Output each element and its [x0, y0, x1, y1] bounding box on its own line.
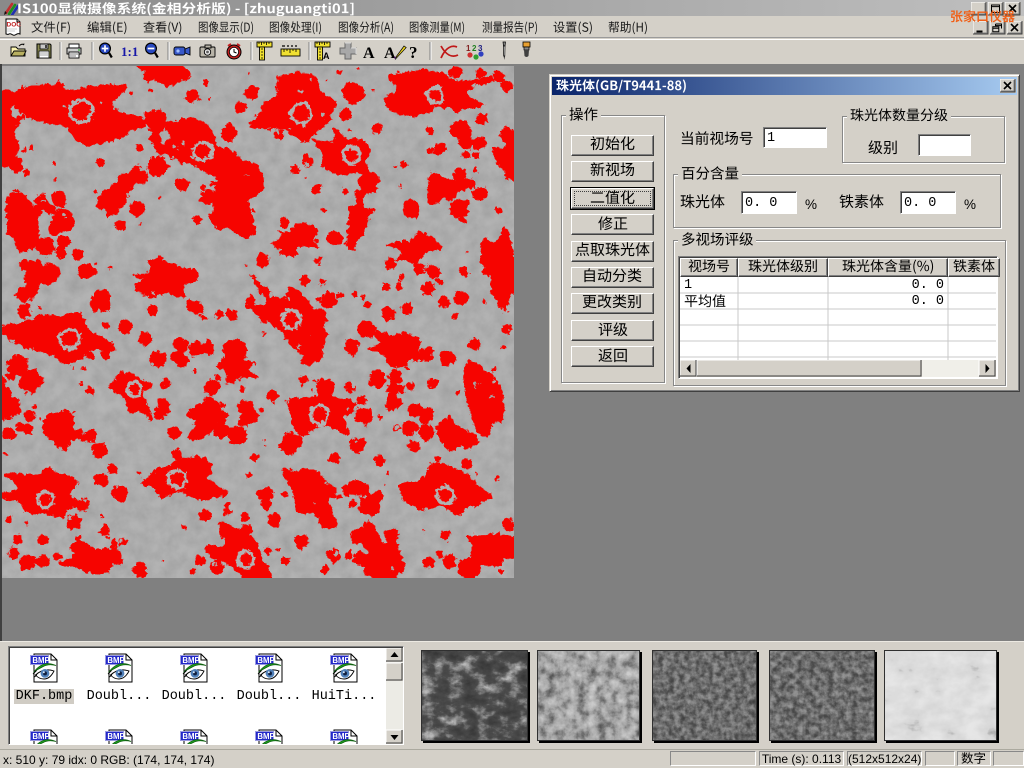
- svg-text:A: A: [384, 45, 396, 62]
- svg-text:2: 2: [472, 44, 477, 53]
- svg-text:?: ?: [409, 43, 418, 62]
- svg-text:1:1: 1:1: [121, 44, 138, 59]
- svg-text:DOC: DOC: [7, 22, 22, 29]
- svg-text:A: A: [323, 51, 330, 61]
- svg-text:A: A: [363, 45, 375, 62]
- svg-text:1: 1: [466, 44, 471, 53]
